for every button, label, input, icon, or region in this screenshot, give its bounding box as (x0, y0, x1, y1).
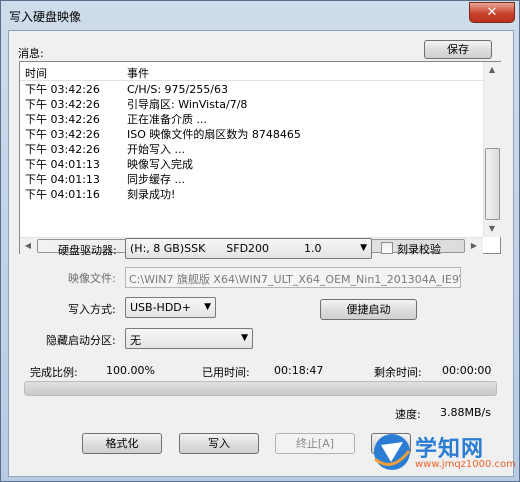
scroll-right-arrow-icon[interactable]: ▶ (466, 238, 482, 254)
progress-fill (25, 382, 496, 395)
verify-checkbox[interactable] (381, 242, 393, 254)
complete-ratio-value: 100.00% (106, 364, 155, 377)
log-row[interactable]: 下午 04:01:16 刻录成功! (20, 187, 482, 202)
hidden-partition-label: 隐藏启动分区: (46, 334, 116, 347)
hidden-partition-value: 无 (130, 334, 141, 347)
remaining-time-label: 剩余时间: (374, 366, 422, 379)
verify-label: 刻录校验 (397, 243, 441, 256)
write-button[interactable]: 写入 (179, 433, 259, 454)
scroll-left-arrow-icon[interactable]: ◀ (20, 238, 36, 254)
image-file-field[interactable]: C:\WIN7 旗舰版 X64\WIN7_ULT_X64_OEM_Nin1_20… (125, 267, 461, 288)
log-row[interactable]: 下午 03:42:26 开始写入 ... (20, 142, 482, 157)
log-event: ISO 映像文件的扇区数为 8748465 (127, 128, 301, 141)
column-header-time[interactable]: 时间 (25, 65, 47, 81)
vertical-scrollbar[interactable]: ▲ ▼ (483, 62, 501, 237)
drive-select-value: (H:, 8 GB)SSK SFD200 1.0 (130, 242, 322, 255)
scroll-up-arrow-icon[interactable]: ▲ (484, 62, 500, 78)
remaining-time-value: 00:00:00 (442, 364, 492, 377)
format-button[interactable]: 格式化 (82, 433, 162, 454)
elapsed-time-label: 已用时间: (202, 366, 250, 379)
vertical-scroll-thumb[interactable] (485, 148, 500, 220)
log-event: 引导扇区: WinVista/7/8 (127, 98, 248, 111)
title-bar[interactable]: 写入硬盘映像 ✕ (1, 1, 519, 29)
log-time: 下午 04:01:13 (25, 173, 100, 186)
log-time: 下午 04:01:13 (25, 158, 100, 171)
write-disk-image-dialog: 写入硬盘映像 ✕ 消息: 保存 时间 事件 下午 03:42:26 C/H/S: … (0, 0, 520, 482)
stop-button[interactable]: 终止[A] (275, 433, 355, 454)
scroll-down-arrow-icon[interactable]: ▼ (484, 221, 500, 237)
write-mode-select[interactable]: USB-HDD+ ▼ (125, 297, 216, 318)
image-file-label: 映像文件: (68, 272, 116, 285)
log-time: 下午 03:42:26 (25, 143, 100, 156)
log-time: 下午 03:42:26 (25, 98, 100, 111)
site-watermark: 学知网 www.jmqz1000.com (369, 429, 519, 481)
log-rows: 下午 03:42:26 C/H/S: 975/255/63 下午 03:42:26… (20, 82, 482, 202)
log-row[interactable]: 下午 03:42:26 C/H/S: 975/255/63 (20, 82, 482, 97)
log-row[interactable]: 下午 03:42:26 正在准备介质 ... (20, 112, 482, 127)
write-mode-value: USB-HDD+ (130, 301, 191, 314)
log-event: 开始写入 ... (127, 143, 185, 156)
watermark-logo-icon (374, 434, 411, 470)
elapsed-time-value: 00:18:47 (274, 364, 324, 377)
complete-ratio-label: 完成比例: (30, 366, 78, 379)
drive-select[interactable]: (H:, 8 GB)SSK SFD200 1.0 ▼ (125, 238, 372, 259)
column-header-event[interactable]: 事件 (127, 65, 149, 81)
log-event: 映像写入完成 (127, 158, 193, 171)
log-row[interactable]: 下午 04:01:13 映像写入完成 (20, 157, 482, 172)
log-event: 刻录成功! (127, 188, 176, 201)
message-log-list[interactable]: 时间 事件 下午 03:42:26 C/H/S: 975/255/63 下午 03… (19, 61, 501, 254)
easy-boot-button[interactable]: 便捷启动 (320, 299, 417, 320)
dialog-body: 消息: 保存 时间 事件 下午 03:42:26 C/H/S: 975/255/6… (8, 30, 514, 477)
dropdown-arrow-icon: ▼ (360, 243, 367, 253)
drive-label: 硬盘驱动器: (58, 244, 117, 257)
log-row[interactable]: 下午 04:01:13 同步缓存 ... (20, 172, 482, 187)
speed-label: 速度: (395, 408, 421, 421)
messages-label: 消息: (18, 47, 44, 60)
dropdown-arrow-icon: ▼ (241, 333, 248, 343)
log-event: C/H/S: 975/255/63 (127, 83, 228, 96)
write-progress-bar (24, 381, 497, 396)
log-time: 下午 03:42:26 (25, 128, 100, 141)
write-mode-label: 写入方式: (68, 303, 116, 316)
window-title: 写入硬盘映像 (9, 10, 82, 24)
save-log-button[interactable]: 保存 (424, 40, 492, 59)
hidden-partition-select[interactable]: 无 ▼ (125, 328, 253, 349)
log-header: 时间 事件 (20, 62, 483, 81)
dropdown-arrow-icon: ▼ (204, 302, 211, 312)
log-time: 下午 03:42:26 (25, 83, 100, 96)
log-event: 正在准备介质 ... (127, 113, 207, 126)
log-row[interactable]: 下午 03:42:26 引导扇区: WinVista/7/8 (20, 97, 482, 112)
close-button[interactable]: ✕ (469, 2, 515, 23)
log-time: 下午 04:01:16 (25, 188, 100, 201)
log-row[interactable]: 下午 03:42:26 ISO 映像文件的扇区数为 8748465 (20, 127, 482, 142)
speed-value: 3.88MB/s (440, 406, 491, 419)
image-file-path: C:\WIN7 旗舰版 X64\WIN7_ULT_X64_OEM_Nin1_20… (129, 273, 461, 286)
log-time: 下午 03:42:26 (25, 113, 100, 126)
watermark-url: www.jmqz1000.com (415, 459, 516, 470)
log-event: 同步缓存 ... (127, 173, 185, 186)
